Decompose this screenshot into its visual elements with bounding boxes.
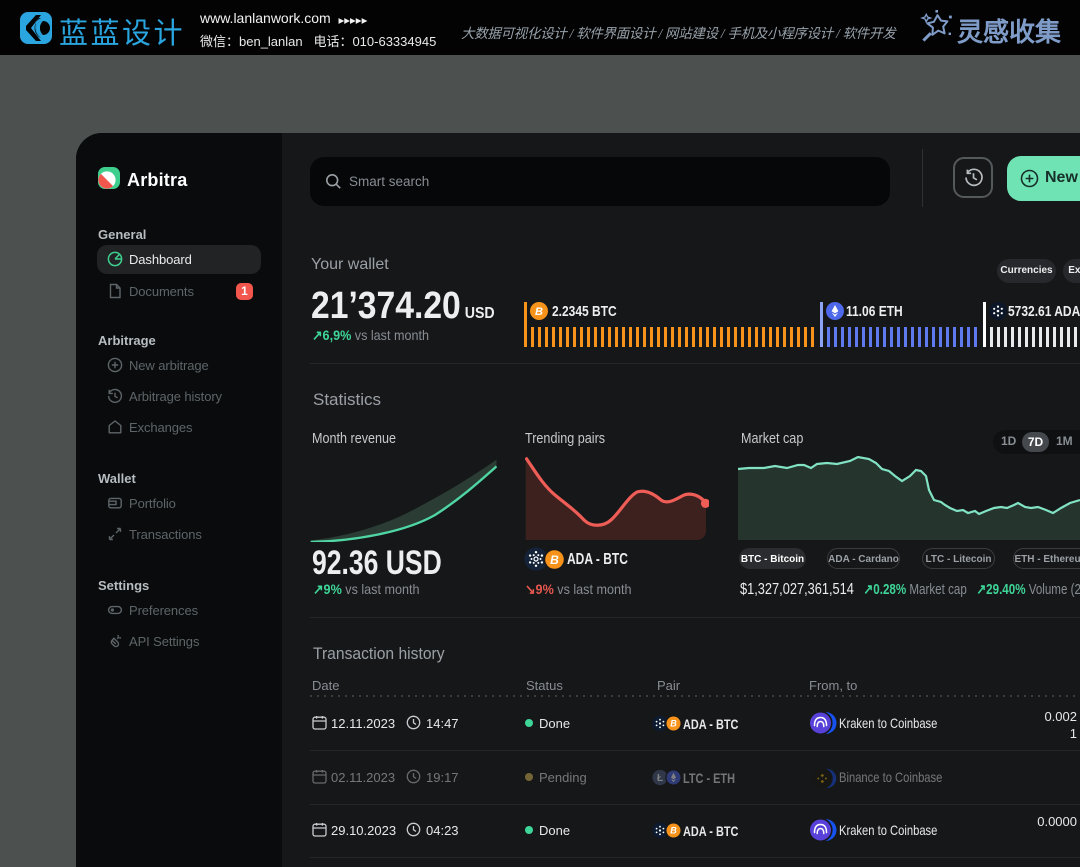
svg-text:B: B — [550, 553, 559, 567]
svg-text:Ł: Ł — [657, 773, 663, 784]
svg-text:B: B — [535, 306, 543, 318]
svg-text:B: B — [670, 826, 677, 836]
svg-text:B: B — [670, 719, 677, 729]
